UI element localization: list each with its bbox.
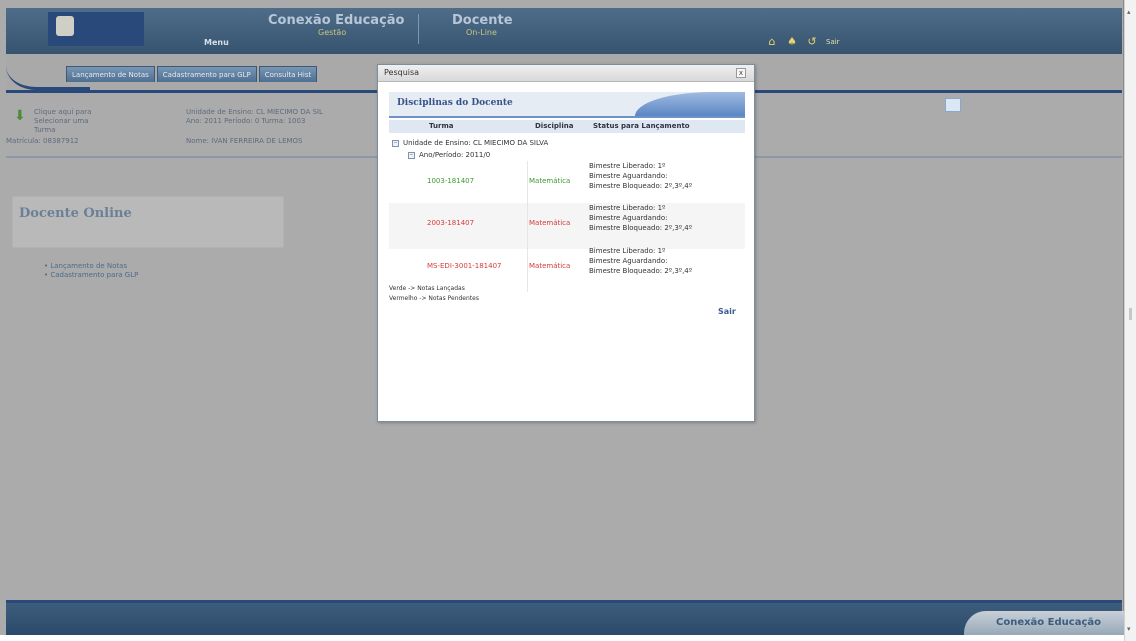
footer-brand: Conexão Educação: [996, 617, 1101, 628]
exit-icon[interactable]: ↺: [806, 36, 818, 48]
column-divider: [527, 246, 528, 292]
status-aguardando: Bimestre Aguardando:: [589, 257, 668, 265]
status-bloqueado: Bimestre Bloqueado: 2º,3º,4º: [589, 224, 693, 232]
scroll-down-arrow-icon[interactable]: ▾: [1127, 625, 1131, 633]
docente-online-box: Docente Online: [12, 196, 284, 248]
header-divider: [418, 14, 419, 44]
turma-link[interactable]: MS-EDI-3001-181407: [427, 262, 501, 270]
brand-subtitle: Gestão: [318, 28, 347, 37]
tab-lancamento-notas[interactable]: Lançamento de Notas: [66, 66, 155, 82]
footer-logo: Conexão Educação: [964, 611, 1124, 635]
docente-online-title: Docente Online: [19, 206, 132, 221]
status-aguardando: Bimestre Aguardando:: [589, 172, 668, 180]
header-sair-link[interactable]: Sair: [826, 38, 840, 46]
status-liberado: Bimestre Liberado: 1º: [589, 204, 666, 212]
disciplina-link[interactable]: Matemática: [529, 262, 570, 270]
tree-ano-label: Ano/Período: 2011/0: [419, 151, 491, 159]
dialog-titlebar[interactable]: Pesquisa x: [378, 65, 754, 82]
bell-icon[interactable]: ♠: [786, 36, 798, 48]
nome-info: Nome: IVAN FERREIRA DE LEMOS: [186, 137, 303, 145]
status-cell: Bimestre Liberado: 1º Bimestre Aguardand…: [589, 246, 692, 276]
status-cell: Bimestre Liberado: 1º Bimestre Aguardand…: [589, 203, 692, 233]
tab-cadastramento-glp[interactable]: Cadastramento para GLP: [156, 66, 257, 82]
status-cell: Bimestre Liberado: 1º Bimestre Aguardand…: [589, 161, 692, 191]
disciplina-link[interactable]: Matemática: [529, 177, 570, 185]
dialog-title: Pesquisa: [384, 68, 420, 77]
close-icon[interactable]: x: [736, 68, 746, 78]
link-cadastramento-glp[interactable]: Cadastramento para GLP: [44, 271, 138, 280]
scroll-grip[interactable]: [1129, 308, 1132, 320]
brand-title: Conexão Educação: [268, 13, 405, 28]
page-scrollbar[interactable]: ▴ ▾: [1124, 0, 1136, 641]
column-turma: Turma: [429, 122, 454, 130]
table-row: 2003-181407 Matemática Bimestre Liberado…: [389, 203, 745, 249]
side-links: Lançamento de Notas Cadastramento para G…: [44, 262, 138, 280]
link-lancamento-notas[interactable]: Lançamento de Notas: [44, 262, 138, 271]
table-row: 1003-181407 Matemática Bimestre Liberado…: [389, 161, 745, 207]
legend-vermelho: Vermelho -> Notas Pendentes: [389, 295, 479, 302]
tree-ano: − Ano/Período: 2011/0: [408, 151, 490, 159]
column-divider: [527, 161, 528, 207]
panel-toggle-button[interactable]: [945, 98, 961, 112]
collapse-icon[interactable]: −: [392, 139, 399, 147]
panel-header-underline: [389, 116, 745, 118]
select-turma-link[interactable]: Clique aqui para Selecionar uma Turma: [34, 108, 104, 135]
collapse-icon[interactable]: −: [408, 151, 415, 159]
status-bloqueado: Bimestre Bloqueado: 2º,3º,4º: [589, 182, 693, 190]
panel-header-wave: [635, 92, 961, 116]
panel-title: Disciplinas do Docente: [397, 98, 513, 108]
tree-unidade-label: Unidade de Ensino: CL MIECIMO DA SILVA: [403, 139, 549, 147]
tab-consulta-historico[interactable]: Consulta Hist: [258, 66, 318, 82]
menu-label[interactable]: Menu: [204, 38, 229, 47]
app-header: Conexão Educação Gestão Docente On-Line …: [6, 8, 1122, 54]
status-liberado: Bimestre Liberado: 1º: [589, 162, 666, 170]
scroll-up-arrow-icon[interactable]: ▴: [1127, 8, 1131, 16]
column-divider: [527, 203, 528, 249]
module-subtitle: On-Line: [466, 28, 497, 37]
government-logo: [48, 12, 144, 46]
crest-icon: [56, 16, 74, 36]
sair-button[interactable]: Sair: [718, 307, 736, 316]
pesquisa-dialog: Pesquisa x Disciplinas do Docente Turma …: [377, 64, 961, 422]
status-aguardando: Bimestre Aguardando:: [589, 214, 668, 222]
module-title: Docente: [452, 13, 513, 28]
column-status: Status para Lançamento: [593, 122, 690, 130]
unidade-info: Unidade de Ensino: CL MIECIMO DA SIL: [186, 108, 323, 116]
main-tabs: Lançamento de Notas Cadastramento para G…: [66, 66, 318, 82]
ano-info: Ano: 2011 Período: 0 Turma: 1003: [186, 117, 306, 125]
turma-link[interactable]: 2003-181407: [427, 219, 474, 227]
header-icons: ⌂ ♠ ↺ Sair: [766, 36, 840, 48]
footer: Conexão Educação: [6, 603, 1124, 635]
panel-header: Disciplinas do Docente: [389, 92, 961, 116]
turma-link[interactable]: 1003-181407: [427, 177, 474, 185]
home-icon[interactable]: ⌂: [766, 36, 778, 48]
disciplina-link[interactable]: Matemática: [529, 219, 570, 227]
tree-unidade: − Unidade de Ensino: CL MIECIMO DA SILVA: [392, 139, 548, 147]
arrow-down-icon: ⬇: [14, 108, 26, 124]
column-disciplina: Disciplina: [535, 122, 574, 130]
status-liberado: Bimestre Liberado: 1º: [589, 247, 666, 255]
table-header: Turma Disciplina Status para Lançamento: [389, 120, 745, 133]
bottom-strip: [0, 635, 1124, 641]
legend-verde: Verde -> Notas Lançadas: [389, 285, 465, 292]
matricula-info: Matrícula: 08387912: [6, 137, 79, 145]
status-bloqueado: Bimestre Bloqueado: 2º,3º,4º: [589, 267, 693, 275]
